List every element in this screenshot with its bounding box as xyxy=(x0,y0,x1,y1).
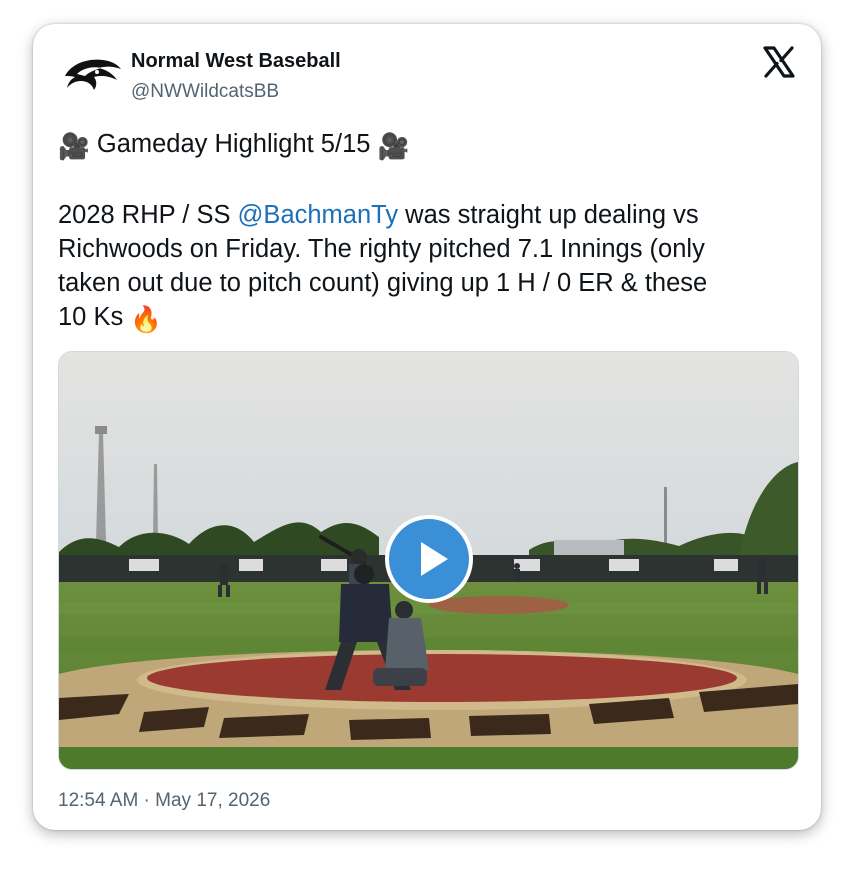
play-button[interactable] xyxy=(385,515,473,603)
line4-text: 10 Ks xyxy=(58,303,124,331)
account-handle[interactable]: @NWWildcatsBB xyxy=(131,81,279,103)
movie-camera-emoji: 🎥 xyxy=(58,133,90,161)
fire-emoji: 🔥 xyxy=(130,306,163,334)
x-logo-icon[interactable] xyxy=(762,45,796,79)
post-headline: 🎥 Gameday Highlight 5/15 🎥 xyxy=(58,127,803,164)
headline-text: Gameday Highlight 5/15 xyxy=(96,130,371,158)
movie-camera-emoji: 🎥 xyxy=(377,133,410,161)
line1-prefix: 2028 RHP / SS xyxy=(58,201,238,229)
post-timestamp[interactable]: 12:54 AM · May 17, 2026 xyxy=(58,790,270,812)
post-line-1: 2028 RHP / SS @BachmanTy was straight up… xyxy=(58,198,803,232)
post-line-4: 10 Ks 🔥 xyxy=(58,300,803,337)
post-text: 🎥 Gameday Highlight 5/15 🎥 2028 RHP / SS… xyxy=(58,127,803,337)
play-icon xyxy=(421,542,448,576)
video-thumbnail[interactable] xyxy=(58,351,799,770)
post-line-3: taken out due to pitch count) giving up … xyxy=(58,269,708,297)
account-name[interactable]: Normal West Baseball xyxy=(131,50,341,73)
wildcat-logo-icon[interactable] xyxy=(61,54,123,96)
post-card: Normal West Baseball @NWWildcatsBB 🎥 Gam… xyxy=(33,24,821,830)
post-line-2: Richwoods on Friday. The righty pitched … xyxy=(58,235,705,263)
line1-suffix: was straight up dealing vs xyxy=(398,201,699,229)
mention-link[interactable]: @BachmanTy xyxy=(238,201,399,229)
